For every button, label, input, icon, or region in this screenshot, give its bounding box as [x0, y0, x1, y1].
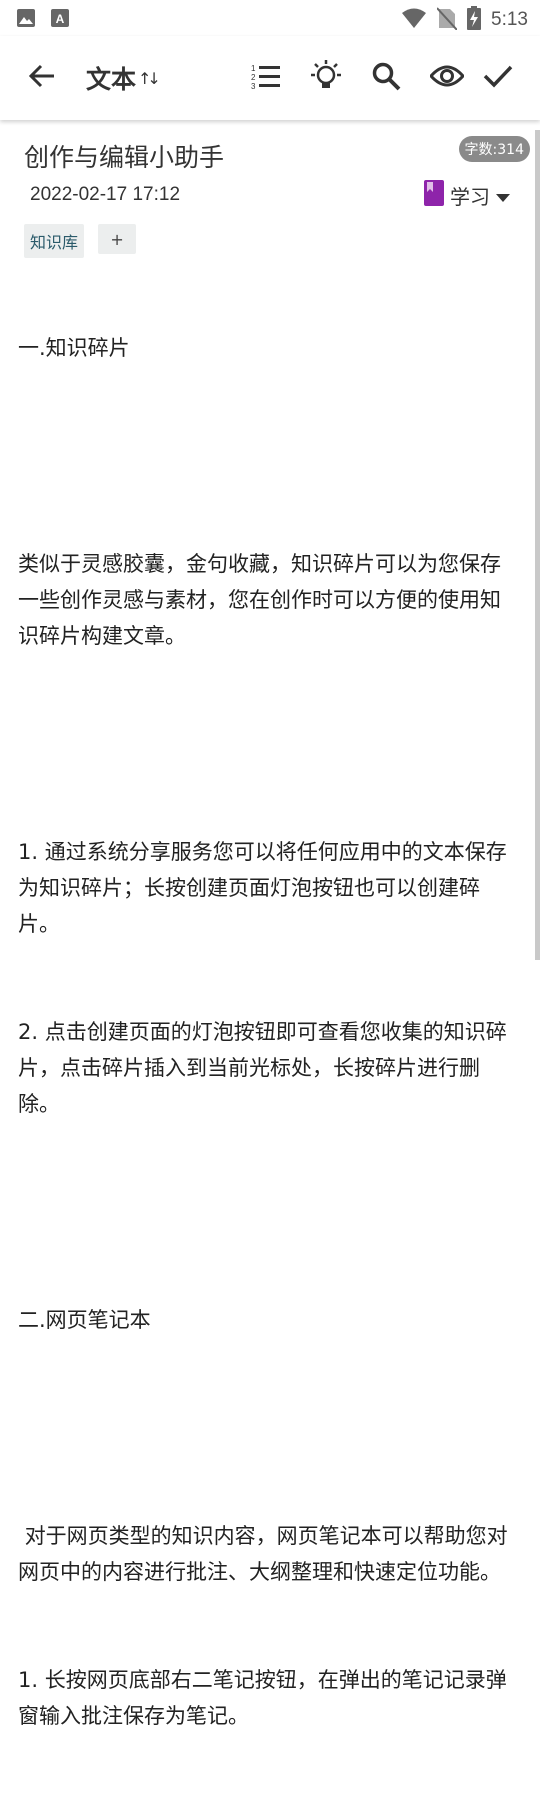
app-toolbar: 文本 ↑↓ 123 — [0, 36, 540, 120]
body-blank-line — [18, 438, 518, 474]
body-paragraph: 二.网页笔记本 — [18, 1308, 151, 1332]
outline-button[interactable]: 123 — [246, 58, 286, 98]
tag-chip[interactable]: 知识库 — [24, 224, 85, 258]
body-paragraph: 一.知识碎片 — [18, 336, 130, 360]
document-date[interactable]: 2022-02-17 17:12 — [30, 184, 180, 206]
svg-text:2: 2 — [251, 73, 256, 82]
sort-toggle-icon: ↑↓ — [138, 68, 161, 88]
svg-text:A: A — [56, 12, 65, 26]
eye-icon — [428, 64, 466, 92]
wifi-icon — [401, 7, 427, 33]
scrollbar[interactable] — [535, 130, 540, 960]
body-blank-line — [18, 1410, 518, 1446]
tag-list: 知识库 + — [24, 224, 137, 258]
page-title[interactable]: 文本 ↑↓ — [86, 60, 161, 96]
body-paragraph: 1. 长按网页底部右二笔记按钮，在弹出的笔记记录弹窗输入批注保存为笔记。 — [18, 1668, 507, 1728]
body-blank-line — [18, 1194, 518, 1230]
category-selector[interactable]: 学习 — [424, 180, 510, 211]
check-icon — [483, 64, 513, 92]
svg-text:3: 3 — [251, 82, 256, 89]
status-bar: A 5:13 — [0, 0, 540, 36]
search-button[interactable] — [366, 58, 406, 98]
editor-content: 创作与编辑小助手 字数:314 2022-02-17 17:12 学习 知识库 … — [0, 120, 540, 1728]
back-arrow-icon — [28, 62, 56, 94]
category-label: 学习 — [450, 185, 490, 209]
back-button[interactable] — [22, 58, 62, 98]
document-title[interactable]: 创作与编辑小助手 — [24, 138, 224, 174]
body-paragraph: 类似于灵感胶囊，金句收藏，知识碎片可以为您保存一些创作灵感与素材，您在创作时可以… — [18, 552, 501, 648]
list-icon: 123 — [251, 63, 281, 93]
notebook-icon — [424, 180, 444, 211]
app-notification-icon: A — [50, 8, 70, 32]
search-icon — [371, 61, 401, 95]
battery-charging-icon — [467, 6, 482, 34]
save-button[interactable] — [478, 58, 518, 98]
image-icon — [16, 8, 36, 32]
lightbulb-icon — [309, 59, 343, 97]
word-count-badge: 字数:314 — [458, 136, 530, 162]
body-paragraph: 对于网页类型的知识内容，网页笔记本可以帮助您对网页中的内容进行批注、大纲整理和快… — [18, 1524, 508, 1584]
knowledge-fragment-button[interactable] — [306, 58, 346, 98]
no-sim-icon — [436, 6, 458, 34]
page-title-text: 文本 — [86, 65, 137, 94]
body-paragraph: 1. 通过系统分享服务您可以将任何应用中的文本保存为知识碎片；长按创建页面灯泡按… — [18, 840, 507, 936]
chevron-down-icon — [496, 184, 510, 208]
clock: 5:13 — [491, 9, 528, 30]
body-blank-line — [18, 726, 518, 762]
document-body[interactable]: 一.知识碎片 类似于灵感胶囊，金句收藏，知识碎片可以为您保存一些创作灵感与素材，… — [18, 258, 518, 1806]
svg-text:1: 1 — [251, 64, 256, 73]
body-paragraph: 2. 点击创建页面的灯泡按钮即可查看您收集的知识碎片，点击碎片插入到当前光标处，… — [18, 1020, 507, 1116]
preview-button[interactable] — [427, 58, 467, 98]
add-tag-button[interactable]: + — [98, 224, 137, 254]
